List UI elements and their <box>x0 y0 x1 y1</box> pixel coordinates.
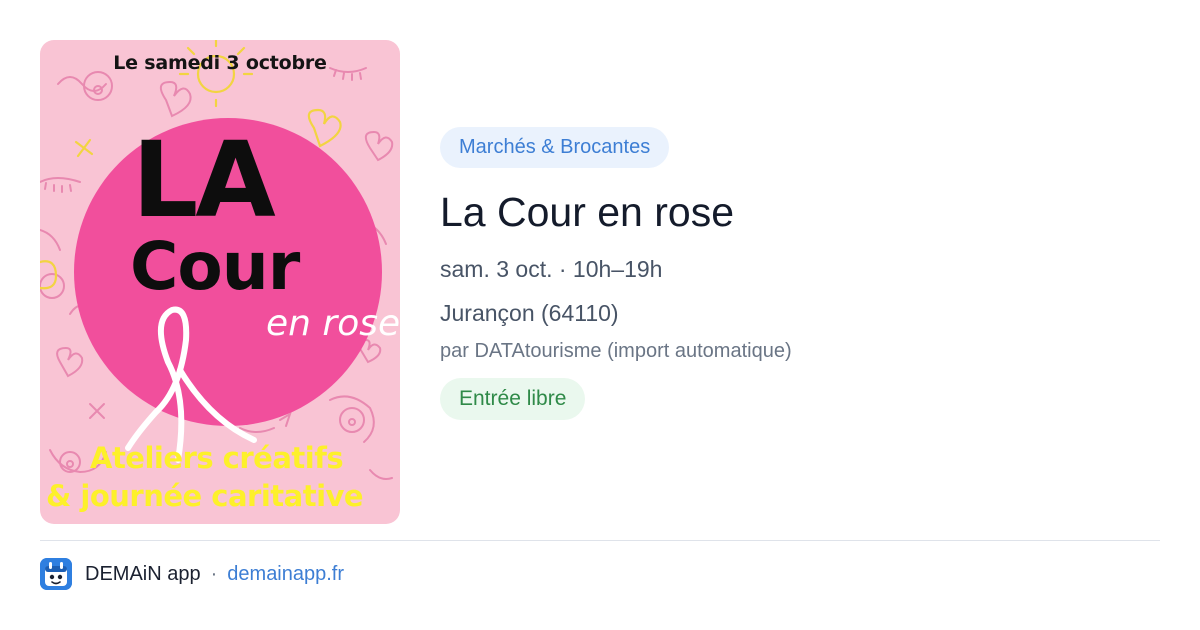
event-location: Jurançon (64110) <box>440 300 619 326</box>
poster-tagline-1: Ateliers créatifs <box>90 441 344 475</box>
footer: DEMAiN app · demainapp.fr <box>40 557 344 591</box>
event-date-time: sam. 3 oct. · 10h–19h <box>440 256 663 282</box>
app-website-link[interactable]: demainapp.fr <box>227 563 344 586</box>
footer-separator: · <box>210 562 218 585</box>
event-info: Marchés & Brocantes La Cour en rose sam.… <box>440 127 1160 420</box>
app-name: DEMAiN app <box>85 562 201 585</box>
price-badge: Entrée libre <box>440 378 586 420</box>
event-source: par DATAtourisme (import automatique) <box>440 340 792 362</box>
poster-tagline-2: & journée caritative <box>46 479 364 513</box>
poster-date-text: Le samedi 3 octobre <box>113 52 327 74</box>
footer-divider <box>40 540 1160 541</box>
poster-title-line2: Cour <box>130 228 300 305</box>
poster-title-line3: en rose <box>266 303 400 344</box>
category-chip[interactable]: Marchés & Brocantes <box>440 127 670 168</box>
event-title: La Cour en rose <box>440 189 735 235</box>
event-poster-image[interactable]: Le samedi 3 octobre LA Cour en rose Atel… <box>40 40 400 524</box>
poster-title-line1: LA <box>132 119 276 241</box>
app-logo-icon <box>40 558 72 590</box>
